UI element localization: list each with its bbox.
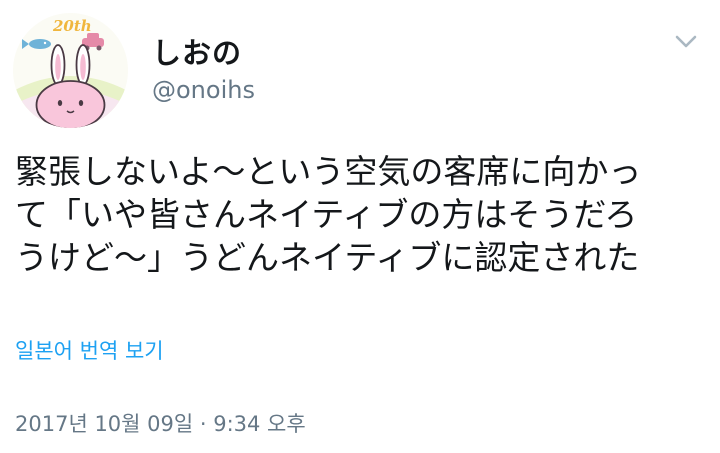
tweet-text-line: て「いや皆さんネイティブの方はそうだろ bbox=[15, 195, 638, 234]
display-name[interactable]: しおの bbox=[152, 30, 242, 72]
tweet-text: 緊張しないよ〜という空気の客席に向かっ て「いや皆さんネイティブの方はそうだろ … bbox=[15, 150, 705, 279]
translate-tweet-link[interactable]: 일본어 번역 보기 bbox=[15, 335, 164, 365]
tweet-text-line: うけど〜」うどんネイティブに認定された bbox=[15, 238, 640, 277]
tweet-menu-button[interactable] bbox=[672, 30, 700, 54]
chevron-down-icon bbox=[675, 35, 697, 48]
user-handle[interactable]: @onoihs bbox=[152, 76, 255, 104]
tweet-timestamp: 2017년 10월 09일 · 9:34 오후 bbox=[15, 412, 306, 436]
avatar[interactable]: 20th bbox=[13, 13, 128, 128]
avatar-badge: 20th bbox=[53, 17, 92, 35]
tweet-detail: 20th しおの @onoihs 緊張しないよ〜という空気の客席に向かっ て「い… bbox=[0, 0, 720, 453]
tweet-text-line: 緊張しないよ〜という空気の客席に向かっ bbox=[15, 152, 642, 191]
